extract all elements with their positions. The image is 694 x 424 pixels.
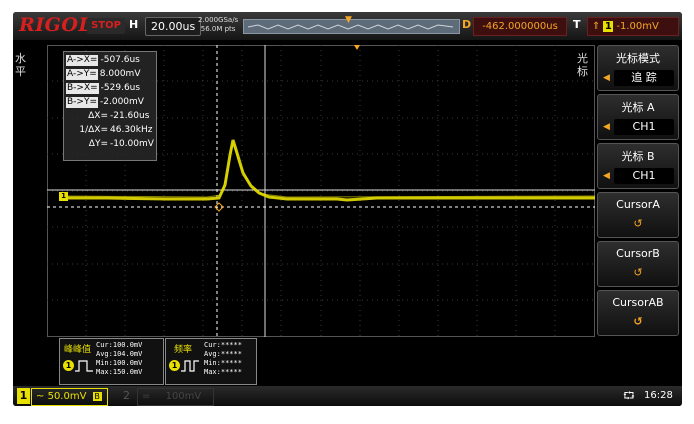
cursor-mode-title: 光标模式 [616,52,660,65]
readout-inverse-delta-x: 1/ΔX= 46.30kHz [79,125,153,135]
channel1-scale-value: 50.0mV [47,391,87,402]
oscilloscope-screen: RIGOL STOP H 20.00us 2.000GSa/s 56.0M pt… [13,12,682,406]
measurement-channel-badge: 1 [169,360,180,371]
readout-delta-x: ΔX= -21.60us [88,111,150,121]
cursor-menu-tab[interactable]: 光 标 [577,52,588,78]
channel2-tab[interactable]: 2 [123,389,130,402]
timebase-value[interactable]: 20.00us [145,17,202,36]
sample-rate: 2.000GSa/s [198,16,239,24]
readout-by: B->Y= -2.000mV [66,97,144,108]
measurement-values: Cur:***** Avg:***** Min:***** Max:***** [204,341,242,377]
cursor-a-source: CH1 [614,119,674,135]
trigger-settings[interactable]: ⇑ 1 -1.00mV [587,17,679,36]
measurement-peak-to-peak[interactable]: 峰峰值 1 Cur:100.0mV Avg:104.0mV Min:100.0m… [59,338,164,385]
cursor-a-adjust-label: CursorA [616,198,660,211]
horizontal-menu-tab[interactable]: 水 平 [15,52,26,78]
cursor-a-adjust-softkey[interactable]: CursorA ↺ [597,192,679,238]
dc-coupling-icon: ~ [36,391,45,402]
cursor-a-softkey[interactable]: 光标 A ◀ CH1 [597,94,679,140]
bandwidth-limit-badge: B [92,392,102,401]
channel2-scale[interactable]: = 100mV [137,388,214,406]
cursor-mode-value: 追 踪 [614,70,674,86]
multipurpose-knob-icon: ↺ [633,266,643,279]
trigger-position-marker-icon: ▼ [345,15,352,25]
measurement-line: Avg:104.0mV [96,350,143,358]
trigger-level: -1.00mV [616,21,659,32]
cursor-tab-char-1: 光 [577,52,588,65]
measurement-line: Min:100.0mV [96,359,143,367]
run-stop-status[interactable]: STOP [87,18,125,34]
measurement-line: Cur:100.0mV [96,341,143,349]
delay-value[interactable]: -462.000000us [473,17,567,36]
rising-edge-icon: ⇑ [592,21,601,32]
bottom-channel-bar: 1 ~ 50.0mV B 2 = 100mV ⮔ 16:28 [13,386,682,406]
softkey-arrow-icon: ◀ [603,171,610,181]
multipurpose-knob-icon: ↺ [633,315,643,328]
measurement-line: Min:***** [204,359,242,367]
cursor-b-adjust-label: CursorB [616,247,660,260]
measurement-frequency[interactable]: 频率 1 Cur:***** Avg:***** Min:***** Max:*… [165,338,257,385]
pulse-waveform-icon [75,360,93,372]
softkey-arrow-icon: ◀ [603,73,610,83]
cursor-b-softkey[interactable]: 光标 B ◀ CH1 [597,143,679,189]
channel2-scale-value: 100mV [165,391,202,402]
usb-icon: ⮔ [623,391,635,402]
horizontal-tab-char-2: 平 [15,65,26,78]
trigger-source: 1 [603,21,614,32]
brand-logo: RIGOL [19,14,93,36]
multipurpose-knob-icon: ↺ [633,217,643,230]
measurement-line: Max:***** [204,368,242,376]
measurement-values: Cur:100.0mV Avg:104.0mV Min:100.0mV Max:… [96,341,142,377]
memory-depth: 56.0M pts [200,25,236,33]
channel1-scale[interactable]: ~ 50.0mV B [31,388,108,406]
cursor-tab-char-2: 标 [577,65,588,78]
sample-info: 2.000GSa/s 56.0M pts [198,16,238,34]
cursor-softkey-menu: 光标模式 ◀ 追 踪 光标 A ◀ CH1 光标 B ◀ CH1 CursorA… [597,45,679,337]
clock: 16:28 [644,390,673,401]
measurement-channel-badge: 1 [63,360,74,371]
cursor-ab-adjust-softkey[interactable]: CursorAB ↺ [597,290,679,336]
cursor-mode-softkey[interactable]: 光标模式 ◀ 追 踪 [597,45,679,91]
top-status-bar: RIGOL STOP H 20.00us 2.000GSa/s 56.0M pt… [13,12,682,40]
horizontal-label: H [129,18,139,31]
pulse-waveform-icon [181,360,199,372]
readout-ay: A->Y= 8.000mV [66,69,141,80]
measurement-line: Avg:***** [204,350,242,358]
cursor-a-title: 光标 A [621,101,655,114]
measurement-line: Max:150.0mV [96,368,143,376]
readout-bx: B->X= -529.6us [66,83,141,94]
cursor-ab-adjust-label: CursorAB [612,296,664,309]
channel2-coupling-icon: = [142,391,151,402]
measurement-line: Cur:***** [204,341,242,349]
ch1-offset-marker[interactable]: 1 [59,192,68,201]
readout-delta-y: ΔY= -10.00mV [88,139,154,149]
cursor-b-title: 光标 B [621,150,655,163]
waveform-display[interactable]: 1 A->X= -507.6us A->Y= 8.000mV B->X= -529.6… [47,45,595,337]
trigger-time-marker [354,45,360,50]
channel1-tab[interactable]: 1 [17,388,30,404]
readout-ax: A->X= -507.6us [66,55,140,66]
cursor-readout-panel: A->X= -507.6us A->Y= 8.000mV B->X= -529.6us… [63,51,157,161]
cursor-b-adjust-softkey[interactable]: CursorB ↺ [597,241,679,287]
measurement-name: 频率 [174,345,193,355]
measurement-name: 峰峰值 [64,345,92,355]
softkey-arrow-icon: ◀ [603,122,610,132]
delay-label: D [462,18,472,31]
cursor-b-source: CH1 [614,168,674,184]
trigger-label: T [573,18,581,31]
horizontal-tab-char-1: 水 [15,52,26,65]
